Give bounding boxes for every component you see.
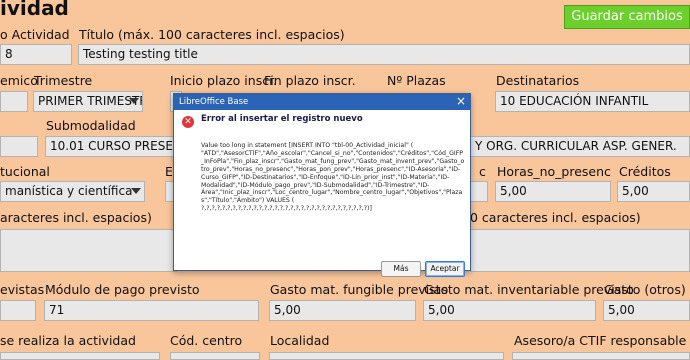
id-actividad-field[interactable]: 8 (0, 44, 72, 65)
dialog-title: LibreOffice Base (179, 97, 249, 107)
destinatarios-label: Destinatarios (496, 73, 580, 88)
horas-presenc-field[interactable] (470, 181, 488, 202)
submodalidad-label: Submodalidad (46, 118, 136, 133)
centro-lugar-field[interactable] (0, 352, 160, 360)
objetivos-label: aracteres incl. espacios) (0, 210, 152, 225)
gasto-fungible-field[interactable]: 5,00 (269, 300, 416, 321)
asesor-label: Asesoro/a CTIF responsable (514, 333, 687, 348)
modulo-pago-field[interactable]: 71 (44, 300, 259, 321)
creditos-label: Créditos (619, 164, 671, 179)
submodalidad-field[interactable]: 10.01 CURSO PRESENCIAL (45, 136, 177, 157)
trimestre-label: Trimestre (34, 73, 93, 88)
error-dialog: LibreOffice Base × ✕ Error al insertar e… (173, 93, 471, 277)
curso-field[interactable] (0, 91, 28, 112)
error-icon: ✕ (182, 116, 194, 128)
institucional-value: manística y científica (5, 184, 133, 198)
modalidad-field[interactable] (0, 136, 38, 157)
objetivos-textarea[interactable] (0, 229, 177, 272)
contenidos-label: 0 caracteres incl. espacios) (470, 210, 641, 225)
gasto-inventariable-field[interactable]: 5,00 (423, 300, 596, 321)
horas-presenc-label: c (479, 164, 486, 179)
more-button[interactable]: Más (381, 261, 421, 277)
horas-previstas-label: evistas (0, 282, 45, 297)
dialog-titlebar[interactable]: LibreOffice Base × (174, 94, 470, 110)
error-heading: Error al insertar el registro nuevo (201, 114, 363, 124)
accept-button[interactable]: Aceptar (425, 261, 465, 277)
cod-centro-field[interactable] (170, 352, 260, 360)
institucional-label: tucional (0, 164, 50, 179)
trimestre-value: PRIMER TRIMESTRE (38, 94, 142, 108)
horas-previstas-field[interactable] (0, 300, 36, 321)
page-title: ividad (0, 0, 69, 20)
titulo-field[interactable]: Testing testing title (78, 44, 690, 65)
contenidos-textarea[interactable] (470, 229, 690, 272)
institucional-select[interactable]: manística y científica (0, 181, 145, 202)
titulo-label: Título (máx. 100 caracteres incl. espaci… (79, 27, 345, 42)
gasto-otros-label: Gasto (otros) pre (604, 282, 690, 297)
inicio-plazo-label: Inicio plazo inscr. (170, 73, 278, 88)
trimestre-select[interactable]: PRIMER TRIMESTRE (33, 91, 143, 112)
gasto-inventariable-label: Gasto mat. inventariable previsto (424, 282, 634, 297)
horas-no-presenc-field[interactable]: 5,00 (495, 181, 611, 202)
dialog-body: ✕ Error al insertar el registro nuevo Va… (174, 110, 470, 277)
cod-centro-label: Cód. centro (170, 333, 243, 348)
curso-label: emico (0, 73, 38, 88)
creditos-field[interactable]: 5,00 (617, 181, 690, 202)
close-icon[interactable]: × (456, 94, 466, 109)
centro-lugar-label: se realiza la actividad (0, 333, 136, 348)
chevron-down-icon (129, 98, 139, 104)
asesor-field[interactable] (512, 352, 690, 360)
id-actividad-label: o Actividad (0, 27, 70, 42)
gasto-otros-field[interactable]: 5,00 (603, 300, 690, 321)
save-changes-button[interactable]: Guardar cambios (564, 5, 690, 29)
submodalidad-detail-field[interactable]: Y ORG. CURRICULAR ASP. GENER. (470, 136, 690, 157)
error-message: Value too long in statement [INSERT INTO… (201, 142, 465, 213)
gasto-fungible-label: Gasto mat. fungible previsto (270, 282, 449, 297)
destinatarios-field[interactable]: 10 EDUCACIÓN INFANTIL (495, 91, 690, 112)
plazas-label: Nº Plazas (387, 73, 446, 88)
horas-no-presenc-label: Horas_no_presenc (497, 164, 611, 179)
modulo-pago-label: Módulo de pago previsto (45, 282, 200, 297)
localidad-field[interactable] (269, 352, 504, 360)
localidad-label: Localidad (270, 333, 330, 348)
fin-plazo-label: Fin plazo inscr. (264, 73, 356, 88)
chevron-down-icon (131, 188, 141, 194)
